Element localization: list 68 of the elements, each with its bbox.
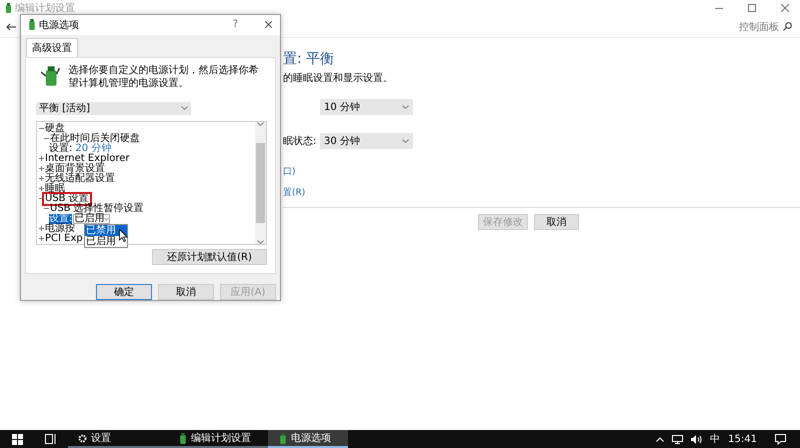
expand-icon[interactable] bbox=[39, 236, 44, 242]
setting-label: 设置: bbox=[49, 144, 72, 154]
ok-button[interactable]: 确定 bbox=[96, 284, 152, 300]
tree-item[interactable]: 无线适配器设置 bbox=[44, 174, 116, 184]
intro-text: 选择你要自定义的电源计划，然后选择你希望计算机管理的电源设置。 bbox=[68, 64, 260, 90]
network-icon[interactable] bbox=[672, 434, 684, 444]
cancel-button[interactable]: 取消 bbox=[534, 214, 579, 230]
plan-dropdown[interactable]: 平衡 [活动] bbox=[36, 102, 191, 115]
tree-item[interactable]: 硬盘 bbox=[44, 124, 66, 134]
power-plan-icon bbox=[178, 432, 187, 444]
volume-icon[interactable] bbox=[691, 434, 702, 444]
settings-link[interactable]: 口) bbox=[283, 165, 296, 178]
taskbar-app[interactable]: 设置 bbox=[68, 430, 168, 448]
input-method-indicator[interactable]: 中 bbox=[710, 432, 720, 446]
expand-icon[interactable] bbox=[39, 186, 44, 192]
tab[interactable]: 高级设置 bbox=[26, 38, 78, 57]
scrollbar[interactable] bbox=[255, 122, 266, 244]
windows-start-icon[interactable] bbox=[12, 434, 22, 444]
tree-item[interactable]: 睡眠 bbox=[44, 184, 66, 194]
chevron-down-icon bbox=[402, 105, 409, 109]
cancel-button[interactable]: 取消 bbox=[158, 284, 214, 300]
help-button[interactable]: ? bbox=[232, 19, 238, 30]
tree-item[interactable]: USB 选择性暂停设置 bbox=[49, 204, 145, 214]
setting-label: 眠状态: bbox=[283, 134, 318, 148]
plan-description: 的睡眠设置和显示设置。 bbox=[283, 72, 394, 85]
search-icon bbox=[783, 22, 792, 31]
plan-heading: 置: 平衡 bbox=[283, 50, 336, 68]
collapse-icon[interactable] bbox=[44, 136, 49, 142]
maximize-icon[interactable] bbox=[748, 4, 756, 12]
tree-item[interactable]: PCI Exp bbox=[44, 234, 84, 244]
time-dropdown[interactable]: 10 分钟 bbox=[320, 99, 413, 115]
collapse-icon[interactable] bbox=[44, 206, 49, 212]
power-plan-icon bbox=[27, 19, 36, 30]
back-arrow-icon[interactable] bbox=[6, 22, 16, 30]
close-icon[interactable] bbox=[265, 21, 272, 28]
collapse-icon[interactable] bbox=[39, 196, 44, 202]
expand-icon[interactable] bbox=[39, 176, 44, 182]
power-plan-icon bbox=[278, 432, 287, 444]
restore-defaults-button[interactable]: 还原计划默认值(R) bbox=[152, 248, 267, 265]
chevron-down-icon bbox=[402, 139, 409, 143]
expand-icon[interactable] bbox=[39, 166, 44, 172]
chevron-down-icon bbox=[257, 122, 264, 126]
power-plan-icon bbox=[4, 3, 12, 13]
dropdown-option[interactable]: 已禁用 bbox=[85, 224, 127, 236]
chevron-down-icon bbox=[257, 240, 264, 244]
tree-item[interactable]: 桌面背景设置 bbox=[44, 164, 106, 174]
taskbar-app[interactable]: 电源选项 bbox=[268, 430, 348, 448]
power-plan-icon bbox=[41, 64, 60, 88]
collapse-icon[interactable] bbox=[39, 126, 44, 132]
setting-value[interactable]: 20 分钟 bbox=[75, 144, 112, 154]
close-icon[interactable] bbox=[781, 4, 789, 12]
window-title: 编辑计划设置 bbox=[15, 2, 75, 15]
chevron-down-icon bbox=[181, 106, 188, 110]
tree-item[interactable]: Internet Explorer bbox=[44, 154, 131, 164]
notification-icon[interactable] bbox=[775, 434, 786, 444]
expand-icon[interactable] bbox=[39, 156, 44, 162]
chevron-up-icon[interactable] bbox=[656, 436, 664, 442]
dialog-title: 电源选项 bbox=[38, 18, 79, 32]
tree-item[interactable]: 在此时间后关闭硬盘 bbox=[49, 134, 141, 144]
tree-item[interactable]: 电源按 bbox=[44, 224, 76, 234]
chevron-down-icon bbox=[104, 216, 110, 221]
expand-icon[interactable] bbox=[39, 226, 44, 232]
search-field[interactable]: 控制面板 bbox=[632, 18, 792, 36]
task-view-icon[interactable] bbox=[45, 434, 57, 444]
gear-icon bbox=[78, 434, 87, 442]
settings-link[interactable]: 置(R) bbox=[283, 186, 306, 199]
clock[interactable]: 15:41 bbox=[728, 434, 757, 444]
time-dropdown[interactable]: 30 分钟 bbox=[320, 133, 413, 149]
